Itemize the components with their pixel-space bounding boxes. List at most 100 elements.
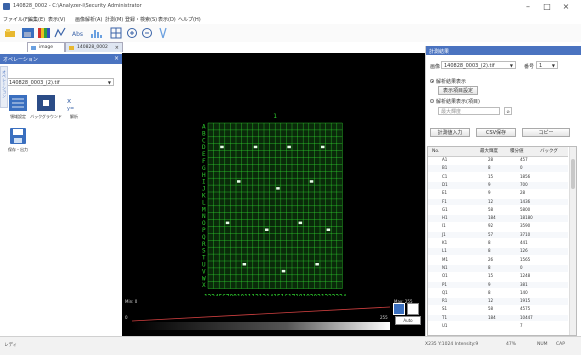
cell-integrated: 7 [520,323,523,328]
table-row[interactable]: H1 184 18180 [428,215,568,222]
auto-button[interactable]: Auto [395,316,421,325]
cell-no: K1 [442,240,448,245]
tab-label: 140828_0002 [77,45,108,50]
table-row[interactable]: R1 12 1915 [428,298,568,305]
analyze-icon[interactable]: xy= [64,94,84,112]
table-row[interactable]: B1 8 0 [428,165,568,172]
display-settings-button[interactable]: 表示項目設定 [438,86,478,95]
table-row[interactable]: I1 92 3590 [428,223,568,230]
minimize-button[interactable]: – [522,2,534,11]
grid-icon[interactable] [8,94,28,112]
file-select[interactable]: 140828_0003_(2).tif ▼ [6,78,114,86]
table-row[interactable]: S1 58 4575 [428,306,568,313]
tab-image[interactable]: image [27,42,65,52]
table-row[interactable]: K1 8 441 [428,240,568,247]
table-row[interactable]: F1 12 1436 [428,198,568,206]
col-max-intensity[interactable]: 最大輝度 [480,147,498,156]
table-row[interactable]: P1 9 381 [428,281,568,289]
col-no[interactable]: No. [432,147,439,156]
menu-file[interactable]: ファイル(F) [3,16,30,23]
cell-integrated: 1915 [520,298,531,304]
cell-max-intensity: 8 [488,248,491,254]
bright-spot [220,145,224,149]
item-clear-icon[interactable]: ⊘ [504,107,512,115]
cell-max-intensity: 9 [488,181,491,187]
radio-show-items[interactable] [430,99,434,103]
image-color-icon[interactable] [21,27,35,39]
menu-measure[interactable]: 計測(M) [105,16,123,23]
zoom-in-icon[interactable] [126,27,138,39]
text-abc-icon[interactable]: Abs [71,27,83,39]
cell-max-intensity: 8 [488,264,491,270]
scroll-thumb[interactable] [571,159,575,189]
lut-graph[interactable]: Min: 0 Max: 255 0 255 Auto [122,296,425,336]
series-select[interactable]: 1 ▼ [536,61,558,69]
radio-show-results[interactable] [430,79,434,83]
cell-max-intensity: 12 [488,198,494,204]
tab-close-icon[interactable]: × [115,43,119,53]
maximize-button[interactable]: □ [541,2,553,11]
lut-edit-icon[interactable] [393,303,405,315]
table-row[interactable]: D1 9 700 [428,181,568,189]
col-background[interactable]: バックグ [540,147,558,156]
bright-spot [326,228,331,231]
menu-view[interactable]: 表示(V) [48,16,65,23]
svg-text:x: x [67,97,71,105]
cell-max-intensity: 58 [488,206,494,212]
table-scrollbar[interactable] [569,147,576,335]
background-icon[interactable] [36,94,56,112]
operation-vertical-tab[interactable]: オペレーション [0,66,8,108]
table-row[interactable]: E1 9 28 [428,190,568,197]
cell-integrated: 1856 [520,173,531,179]
wand-icon[interactable] [4,27,16,39]
image-canvas[interactable]: ABCDEFGHIJKLMNOPQRSTUVWX1234567891011121… [122,53,425,304]
grid-select-icon[interactable] [110,27,122,39]
save-icon[interactable] [8,127,28,145]
tab-140828[interactable]: 140828_0002 × [65,42,123,52]
document-icon [69,46,74,50]
menu-help[interactable]: ヘルプ(H) [178,16,201,23]
zoom-out-icon[interactable] [141,27,153,39]
histogram-icon[interactable] [90,27,104,39]
bright-spot [281,269,286,273]
results-table[interactable]: No. 最大輝度 積分値 バックグ A1 28 457 B1 8 0 C1 15 1856 D1 9… [427,146,577,336]
fit-icon[interactable] [157,27,169,39]
series-select-value: 1 [539,63,543,69]
top-label: 1 [273,113,277,120]
table-row[interactable]: G1 58 5800 [428,207,568,214]
image-select[interactable]: 140828_0003_(2).tif ▼ [441,61,516,69]
cell-no: Q1 [442,289,448,295]
table-row[interactable]: T1 184 10447 [428,314,568,322]
menu-display[interactable]: 表示(D) [158,16,176,23]
table-row[interactable]: A1 28 457 [428,157,568,164]
panel-close-icon[interactable]: × [114,55,119,62]
item-select[interactable]: 最大輝度 [438,107,500,115]
table-row[interactable]: L1 8 126 [428,248,568,255]
cell-no: L1 [442,248,447,254]
file-select-value: 140828_0003_(2).tif [9,80,60,86]
tab-label: image [39,45,54,50]
table-row[interactable]: U1 7 [428,323,568,330]
display-settings-label: 表示項目設定 [442,88,473,94]
table-row[interactable]: C1 15 1856 [428,174,568,181]
col-integrated[interactable]: 積分値 [510,147,524,156]
background-label: バックグラウンド [30,114,62,119]
color-bars-icon[interactable] [37,27,51,39]
menu-register[interactable]: 登録・検索(S) [125,16,157,23]
cell-integrated: 4575 [520,306,531,312]
profile-line-icon[interactable] [54,27,66,39]
menu-edit[interactable]: 編集(E) [28,16,45,23]
copy-button[interactable]: コピー [522,128,570,137]
measure-input-button[interactable]: 計測値入力 [430,128,470,137]
table-row[interactable]: J1 57 3710 [428,231,568,239]
cell-no: T1 [442,314,447,320]
min-label: Min: 0 [125,299,138,304]
table-row[interactable]: N1 8 0 [428,264,568,272]
table-row[interactable]: Q1 8 140 [428,290,568,297]
table-row[interactable]: M1 26 1565 [428,257,568,264]
close-button[interactable]: × [560,2,572,11]
lut-reset-icon[interactable] [407,303,419,315]
table-row[interactable]: O1 15 1248 [428,273,568,280]
menu-analysis[interactable]: 画像解析(A) [75,16,102,23]
csv-save-button[interactable]: CSV保存 [476,128,516,137]
